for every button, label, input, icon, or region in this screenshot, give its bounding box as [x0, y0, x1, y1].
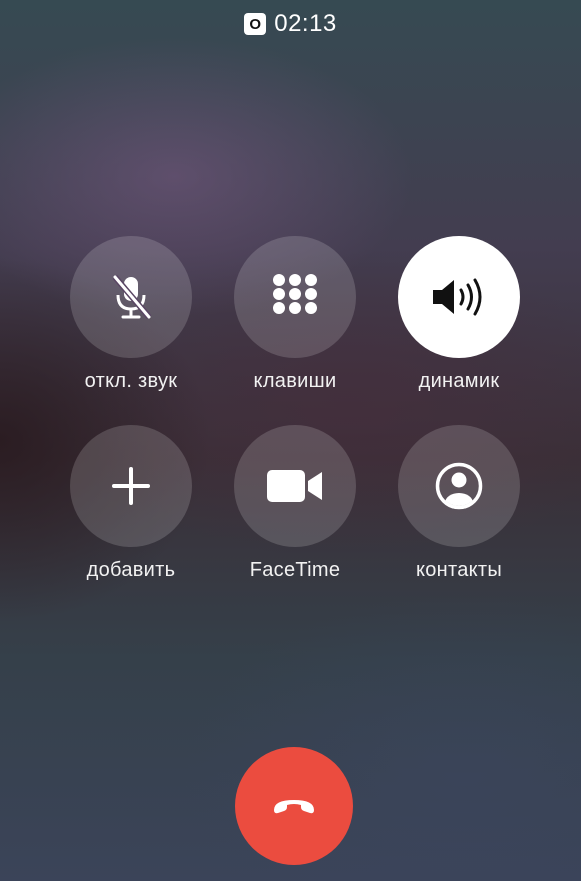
contacts-label: контакты — [415, 559, 503, 581]
video-camera-icon — [265, 468, 325, 504]
contacts-button[interactable]: контакты — [398, 425, 520, 614]
call-controls: откл. звук клавиши динамик добавить Face… — [70, 236, 520, 614]
mute-button[interactable]: откл. звук — [70, 236, 192, 425]
add-call-button-circle[interactable] — [70, 425, 192, 547]
facetime-label: FaceTime — [249, 559, 341, 581]
contacts-button-circle[interactable] — [398, 425, 520, 547]
speaker-button[interactable]: динамик — [398, 236, 520, 425]
add-call-label: добавить — [86, 559, 176, 581]
status-badge: O — [244, 13, 267, 35]
keypad-button-circle[interactable] — [234, 236, 356, 358]
phone-hangup-icon — [270, 795, 318, 817]
speaker-button-circle[interactable] — [398, 236, 520, 358]
speaker-icon — [430, 276, 488, 318]
mute-label: откл. звук — [84, 370, 178, 392]
keypad-icon — [271, 273, 319, 321]
keypad-button[interactable]: клавиши — [234, 236, 356, 425]
keypad-label: клавиши — [253, 370, 337, 392]
status-bar: O 02:13 — [0, 10, 581, 38]
call-duration: 02:13 — [274, 10, 337, 37]
mute-button-circle[interactable] — [70, 236, 192, 358]
end-call-button[interactable] — [235, 747, 353, 865]
person-circle-icon — [434, 461, 484, 511]
add-call-button[interactable]: добавить — [70, 425, 192, 614]
plus-icon — [111, 466, 151, 506]
speaker-label: динамик — [418, 370, 500, 392]
microphone-slash-icon — [109, 273, 153, 321]
facetime-button[interactable]: FaceTime — [234, 425, 356, 614]
facetime-button-circle[interactable] — [234, 425, 356, 547]
